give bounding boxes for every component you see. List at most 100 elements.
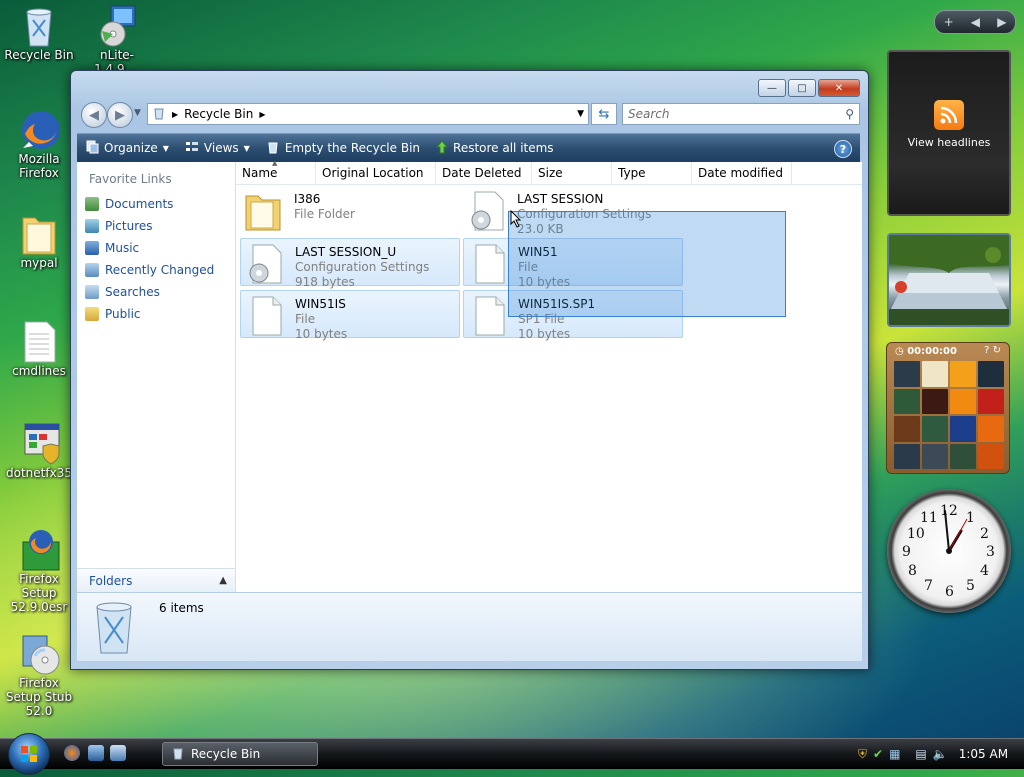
desktop-icon-cmdlines[interactable]: cmdlines bbox=[4, 320, 74, 378]
update-icon[interactable]: ✔ bbox=[873, 747, 883, 761]
address-dropdown-icon[interactable]: ▼ bbox=[577, 109, 584, 119]
desktop-icon-mypal[interactable]: mypal bbox=[4, 212, 74, 270]
feed-headlines-gadget[interactable]: View headlines bbox=[887, 50, 1011, 216]
column-date-deleted[interactable]: Date Deleted bbox=[436, 162, 532, 184]
minimize-button[interactable]: — bbox=[758, 79, 786, 97]
picture-puzzle-gadget[interactable]: ◷ 00:00:00 ? ↻ bbox=[886, 342, 1010, 474]
puzzle-tile[interactable] bbox=[978, 416, 1004, 442]
security-shield-icon[interactable]: ⛨ bbox=[858, 747, 867, 762]
column-original-location[interactable]: Original Location bbox=[316, 162, 436, 184]
file-tile-last-session-u[interactable]: LAST SESSION_U Configuration Settings 91… bbox=[240, 238, 460, 289]
content-area: Favorite Links Documents Pictures Music … bbox=[77, 159, 862, 592]
puzzle-tile[interactable] bbox=[894, 416, 920, 442]
windows-defender-icon[interactable]: ▦ bbox=[889, 747, 900, 761]
taskbar-clock[interactable]: 1:05 AM bbox=[959, 747, 1008, 761]
help-button[interactable]: ? bbox=[834, 140, 852, 158]
puzzle-help-icon[interactable]: ? ↻ bbox=[984, 345, 1001, 356]
start-button[interactable] bbox=[8, 733, 50, 775]
previous-icon[interactable]: ◀ bbox=[971, 15, 980, 29]
file-size: 10 bytes bbox=[518, 327, 571, 341]
recycle-bin-icon bbox=[19, 4, 59, 47]
slideshow-gadget[interactable] bbox=[887, 233, 1011, 327]
puzzle-tile[interactable] bbox=[894, 361, 920, 387]
puzzle-tile[interactable] bbox=[950, 388, 976, 414]
command-toolbar: Organize ▼ Views ▼ Empty the Recycle Bin… bbox=[77, 133, 860, 162]
sort-arrow-icon: ▲ bbox=[272, 159, 278, 167]
nav-link-pictures[interactable]: Pictures bbox=[85, 219, 153, 233]
puzzle-grid[interactable] bbox=[894, 361, 1004, 469]
file-name: LAST SESSION bbox=[517, 192, 604, 206]
column-size[interactable]: Size bbox=[532, 162, 612, 184]
quicklaunch-show-desktop-icon[interactable] bbox=[88, 745, 104, 761]
puzzle-timer: ◷ 00:00:00 bbox=[895, 346, 957, 357]
music-icon bbox=[85, 241, 99, 255]
address-bar[interactable]: ▶ Recycle Bin ▶ ▼ bbox=[147, 103, 589, 125]
nav-link-label: Pictures bbox=[105, 219, 153, 233]
forward-button[interactable]: ▶ bbox=[107, 102, 133, 128]
puzzle-tile[interactable] bbox=[922, 443, 948, 469]
close-button[interactable]: ✕ bbox=[818, 79, 860, 97]
nav-link-searches[interactable]: Searches bbox=[85, 285, 160, 299]
file-list[interactable]: Name ▲ Original Location Date Deleted Siz… bbox=[236, 159, 862, 592]
puzzle-tile[interactable] bbox=[950, 361, 976, 387]
desktop-icon-firefox-setup-stub[interactable]: Firefox Setup Stub 52.0 bbox=[4, 632, 74, 718]
nav-link-public[interactable]: Public bbox=[85, 307, 141, 321]
quicklaunch-switch-windows-icon[interactable] bbox=[110, 745, 126, 761]
address-row: ◀ ▶ ▼ ▶ Recycle Bin ▶ ▼ ⇆ Search ⚲ bbox=[79, 101, 860, 128]
details-pane: 6 items bbox=[77, 593, 862, 661]
views-button[interactable]: Views ▼ bbox=[177, 134, 258, 162]
breadcrumb-arrow-icon[interactable]: ▶ bbox=[172, 110, 178, 119]
file-tile-win51is[interactable]: WIN51IS File 10 bytes bbox=[240, 290, 460, 341]
nav-link-music[interactable]: Music bbox=[85, 241, 139, 255]
desktop-icon-nlite[interactable]: nLite-1.4.9.... bbox=[82, 4, 152, 76]
nav-link-recently-changed[interactable]: Recently Changed bbox=[85, 263, 214, 277]
recent-pages-chevron-icon[interactable]: ▼ bbox=[134, 108, 141, 118]
puzzle-tile[interactable] bbox=[922, 388, 948, 414]
clock-gadget[interactable]: 12 1 2 3 4 5 6 7 8 9 10 11 bbox=[887, 489, 1011, 613]
column-type[interactable]: Type bbox=[612, 162, 692, 184]
network-icon[interactable]: ▤ bbox=[915, 747, 926, 761]
puzzle-tile[interactable] bbox=[894, 388, 920, 414]
desktop-icon-recycle-bin[interactable]: Recycle Bin bbox=[4, 4, 74, 62]
maximize-button[interactable]: □ bbox=[788, 79, 816, 97]
quicklaunch-firefox-icon[interactable] bbox=[64, 745, 80, 761]
desktop-icon-firefox[interactable]: Mozilla Firefox bbox=[4, 108, 74, 180]
next-icon[interactable]: ▶ bbox=[997, 15, 1006, 29]
empty-recycle-bin-button[interactable]: Empty the Recycle Bin bbox=[258, 134, 428, 162]
chevron-down-icon: ▼ bbox=[162, 143, 169, 153]
refresh-button[interactable]: ⇆ bbox=[591, 103, 617, 125]
nav-link-documents[interactable]: Documents bbox=[85, 197, 173, 211]
restore-all-items-button[interactable]: Restore all items bbox=[428, 134, 562, 162]
puzzle-tile[interactable] bbox=[978, 388, 1004, 414]
column-date-modified[interactable]: Date modified bbox=[692, 162, 792, 184]
volume-muted-icon[interactable]: 🔈 bbox=[933, 747, 948, 761]
file-tile-i386[interactable]: I386 File Folder bbox=[240, 186, 460, 234]
search-icon[interactable]: ⚲ bbox=[845, 107, 854, 121]
breadcrumb-recycle-bin[interactable]: Recycle Bin bbox=[184, 107, 253, 121]
column-name[interactable]: Name ▲ bbox=[236, 159, 316, 184]
search-input[interactable]: Search ⚲ bbox=[622, 103, 860, 125]
taskbar-recycle-bin-button[interactable]: Recycle Bin bbox=[162, 742, 318, 766]
puzzle-tile[interactable] bbox=[950, 443, 976, 469]
nav-link-label: Music bbox=[105, 241, 140, 255]
system-tray: ⛨ ✔ ▦ ▤ 🔈 1:05 AM bbox=[852, 739, 1024, 769]
views-icon bbox=[185, 140, 199, 157]
file-name: LAST SESSION_U bbox=[295, 245, 397, 259]
back-button[interactable]: ◀ bbox=[81, 102, 107, 128]
puzzle-tile[interactable] bbox=[978, 361, 1004, 387]
puzzle-tile[interactable] bbox=[922, 416, 948, 442]
puzzle-tile[interactable] bbox=[950, 416, 976, 442]
text-document-icon bbox=[19, 320, 59, 363]
organize-button[interactable]: Organize ▼ bbox=[77, 134, 177, 162]
add-gadget-icon[interactable]: + bbox=[944, 15, 954, 29]
puzzle-tile[interactable] bbox=[978, 443, 1004, 469]
desktop-icon-dotnetfx35[interactable]: dotnetfx35 bbox=[4, 422, 74, 480]
puzzle-tile[interactable] bbox=[894, 443, 920, 469]
desktop-icon-firefox-setup-esr[interactable]: Firefox Setup 52.9.0esr bbox=[4, 528, 74, 614]
nav-link-label: Recently Changed bbox=[105, 263, 215, 277]
windows-logo-icon bbox=[21, 746, 37, 762]
puzzle-tile[interactable] bbox=[922, 361, 948, 387]
breadcrumb-arrow-icon[interactable]: ▶ bbox=[259, 110, 265, 119]
searches-icon bbox=[85, 285, 99, 299]
folders-toggle[interactable]: Folders ▲ bbox=[77, 568, 235, 592]
